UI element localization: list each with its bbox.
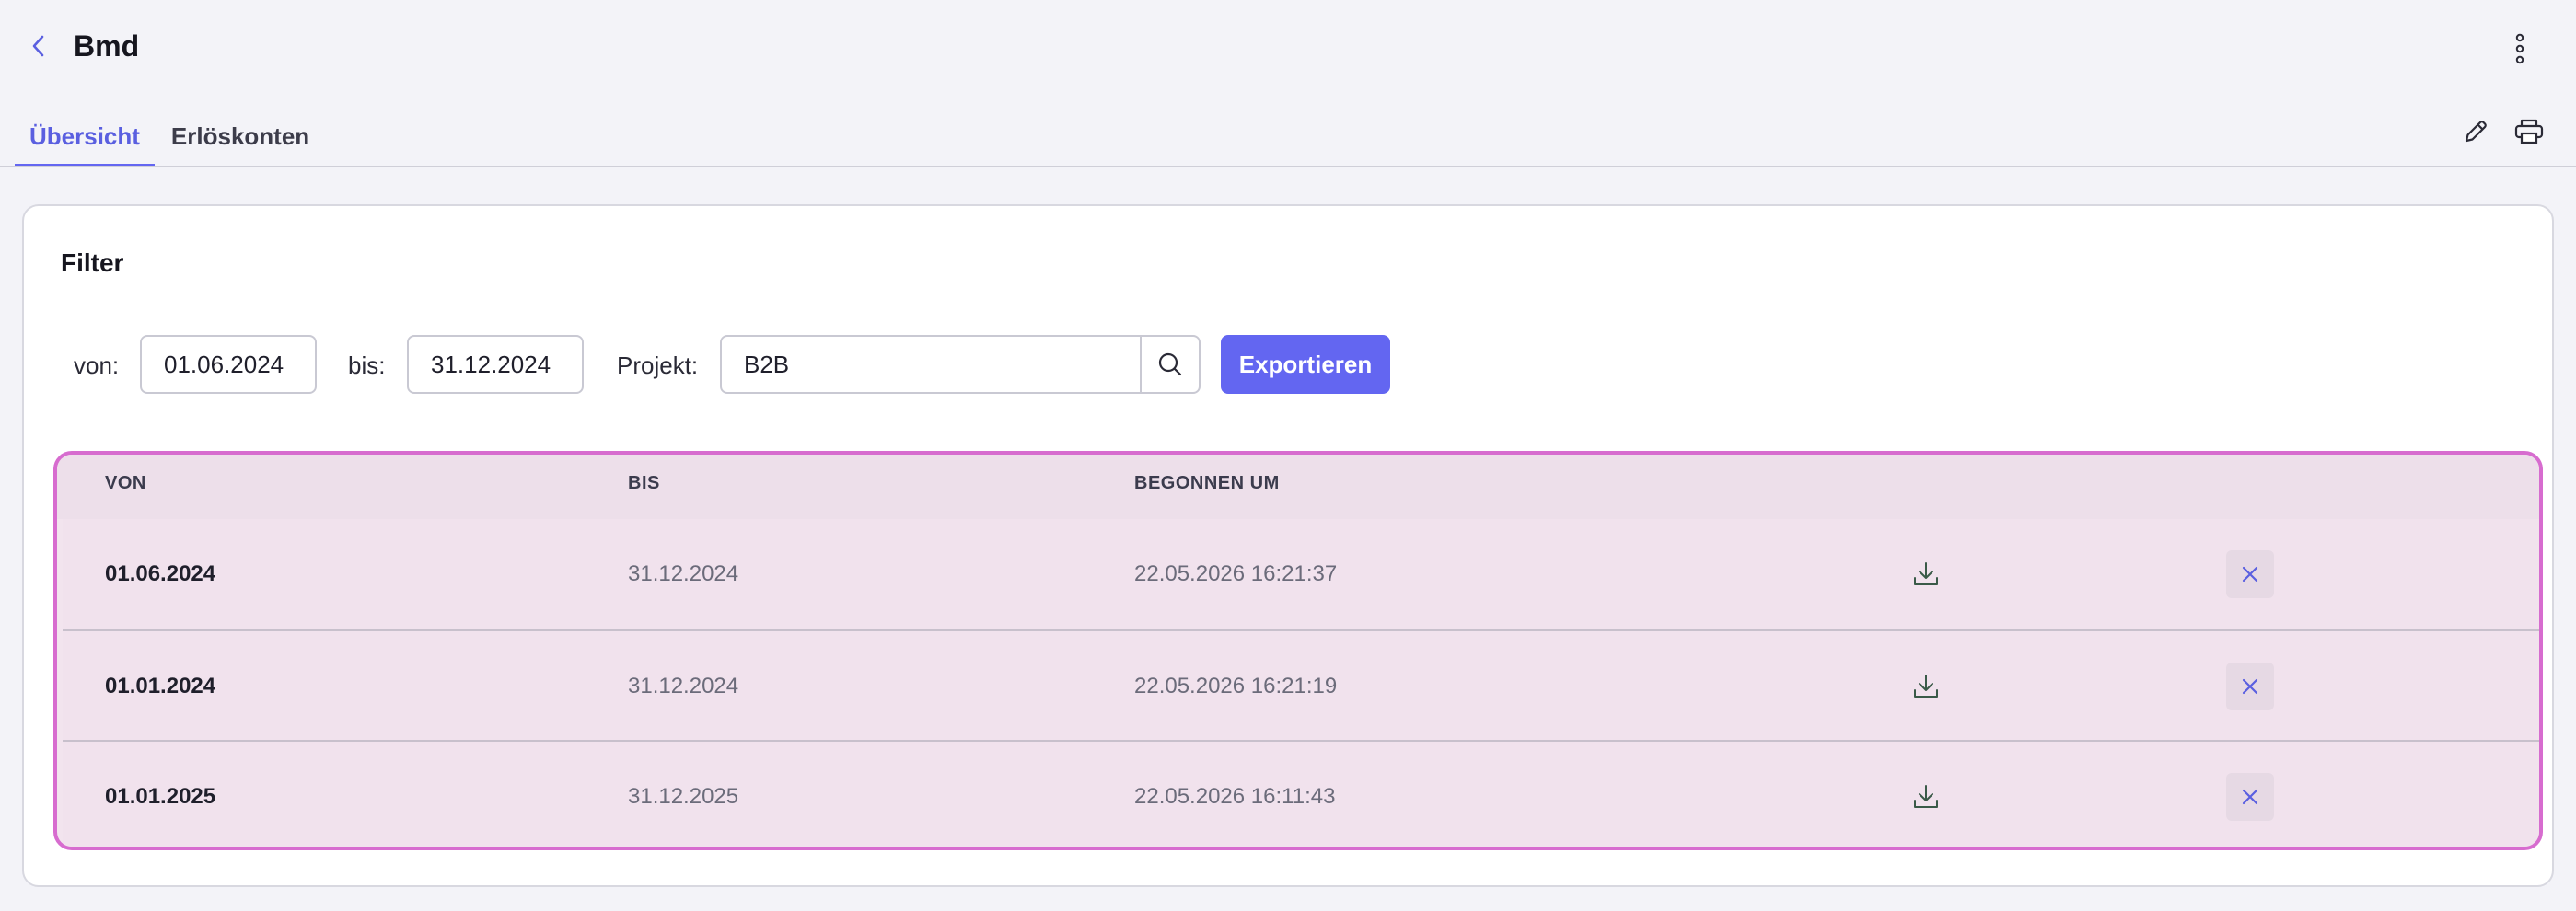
- back-button[interactable]: [22, 28, 55, 64]
- download-icon: [1914, 562, 1938, 585]
- column-header-begonnen: BEGONNEN UM: [1134, 473, 1280, 493]
- cell-bis: 31.12.2024: [628, 561, 739, 586]
- to-label: bis:: [348, 352, 386, 379]
- table-row: 01.01.2024 31.12.2024 22.05.2026 16:21:1…: [63, 631, 2539, 742]
- column-header-von: VON: [105, 473, 146, 493]
- pencil-icon: [2465, 121, 2487, 143]
- print-button[interactable]: [2508, 110, 2550, 153]
- cell-bis: 31.12.2025: [628, 784, 739, 809]
- more-options-button[interactable]: [2502, 28, 2537, 70]
- close-icon: [2242, 566, 2258, 582]
- cell-bis: 31.12.2024: [628, 674, 739, 698]
- to-date-input[interactable]: 31.12.2024: [407, 335, 584, 394]
- download-icon: [1914, 785, 1938, 808]
- cell-begonnen: 22.05.2026 16:11:43: [1134, 784, 1336, 809]
- edit-button[interactable]: [2454, 110, 2497, 153]
- table-row: 01.01.2025 31.12.2025 22.05.2026 16:11:4…: [63, 742, 2539, 847]
- download-button[interactable]: [1904, 664, 1948, 709]
- tab-erloeskonten[interactable]: Erlöskonten: [157, 109, 324, 167]
- download-button[interactable]: [1904, 775, 1948, 819]
- cell-begonnen: 22.05.2026 16:21:19: [1134, 674, 1338, 698]
- delete-button[interactable]: [2226, 773, 2274, 821]
- table-header: VON BIS BEGONNEN UM: [57, 455, 2539, 519]
- project-input[interactable]: B2B: [720, 335, 1142, 394]
- close-icon: [2242, 789, 2258, 805]
- table-row: 01.06.2024 31.12.2024 22.05.2026 16:21:3…: [63, 519, 2539, 629]
- page-title: Bmd: [74, 29, 140, 63]
- cell-von: 01.01.2025: [105, 784, 216, 809]
- close-icon: [2242, 678, 2258, 695]
- delete-button[interactable]: [2226, 663, 2274, 710]
- project-search-button[interactable]: [1142, 335, 1201, 394]
- column-header-bis: BIS: [628, 473, 660, 493]
- from-label: von:: [74, 352, 120, 379]
- more-vertical-icon: [2515, 33, 2524, 64]
- project-search-group: B2B: [720, 335, 1201, 394]
- tab-uebersicht[interactable]: Übersicht: [15, 109, 155, 167]
- project-label: Projekt:: [617, 352, 699, 379]
- tab-bar: Übersicht Erlöskonten: [15, 109, 326, 167]
- filter-title: Filter: [61, 248, 124, 277]
- exports-table: VON BIS BEGONNEN UM 01.06.2024 31.12.202…: [53, 451, 2543, 850]
- cell-von: 01.06.2024: [105, 561, 216, 586]
- cell-von: 01.01.2024: [105, 674, 216, 698]
- delete-button[interactable]: [2226, 550, 2274, 598]
- chevron-left-icon: [32, 35, 44, 57]
- download-button[interactable]: [1904, 552, 1948, 596]
- cell-begonnen: 22.05.2026 16:21:37: [1134, 561, 1338, 586]
- printer-icon: [2514, 119, 2544, 144]
- export-button[interactable]: Exportieren: [1221, 335, 1390, 394]
- tabs-divider: [0, 166, 2576, 167]
- download-icon: [1914, 675, 1938, 698]
- search-icon: [1158, 352, 1182, 376]
- filter-card: Filter von: 01.06.2024 bis: 31.12.2024 P…: [22, 204, 2554, 887]
- page-header: Bmd: [0, 0, 2576, 99]
- from-date-input[interactable]: 01.06.2024: [140, 335, 317, 394]
